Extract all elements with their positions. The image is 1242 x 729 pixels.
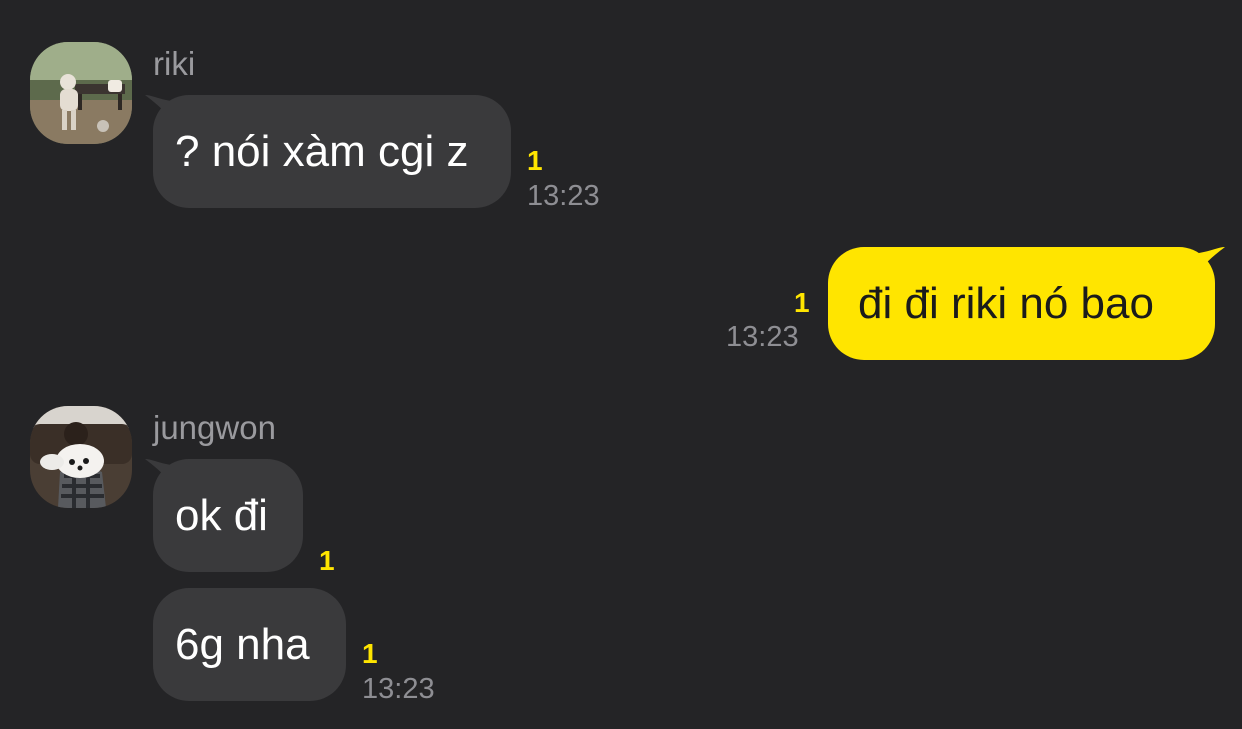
message-bubble[interactable]: ? nói xàm cgi z <box>145 95 511 208</box>
jungwon-avatar-photo <box>30 406 132 508</box>
unread-count: 1 <box>794 287 810 318</box>
sender-name: riki <box>153 45 196 82</box>
sender-name: jungwon <box>153 409 276 446</box>
chat-view: riki ? nói xàm cgi z 1 13:23 1 13:23 đi … <box>0 0 1242 729</box>
message-text: ? nói xàm cgi z <box>175 126 469 176</box>
message-time: 13:23 <box>527 180 600 212</box>
riki-avatar-photo <box>30 42 132 144</box>
message-time: 13:23 <box>726 321 799 353</box>
message-text: ok đi <box>175 490 268 540</box>
jungwon-avatar[interactable] <box>30 406 132 508</box>
bubble-tail <box>1199 247 1225 271</box>
message-bubble[interactable]: 6g nha <box>153 588 346 701</box>
message-bubble-outgoing[interactable]: đi đi riki nó bao <box>828 247 1225 360</box>
message-time: 13:23 <box>362 673 435 705</box>
unread-count: 1 <box>362 638 378 669</box>
bubble-tail <box>145 459 171 483</box>
message-bubble[interactable]: ok đi <box>145 459 303 572</box>
unread-count: 1 <box>319 545 335 576</box>
riki-avatar[interactable] <box>30 42 132 144</box>
bubble-tail <box>145 95 171 119</box>
message-text: đi đi riki nó bao <box>858 278 1154 328</box>
message-text: 6g nha <box>175 619 310 669</box>
unread-count: 1 <box>527 145 543 176</box>
